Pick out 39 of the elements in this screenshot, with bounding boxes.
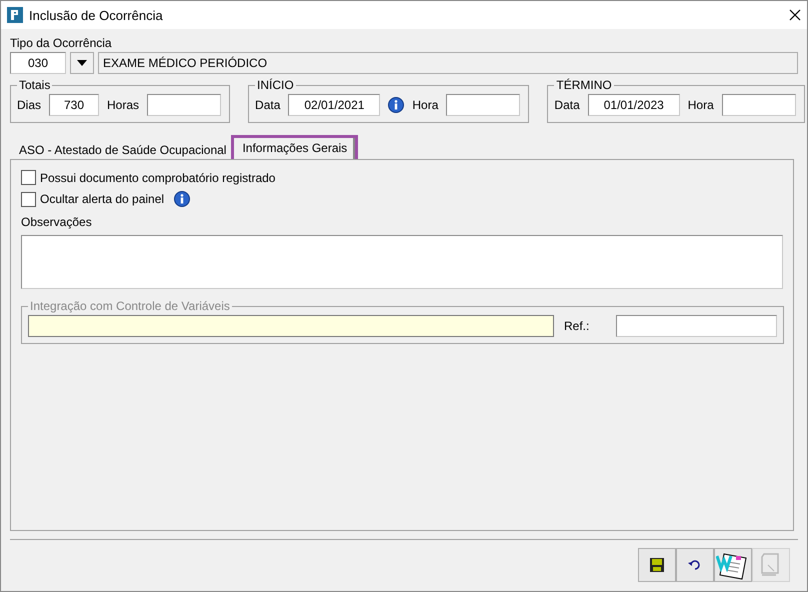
code-field[interactable]: 030 <box>10 52 66 74</box>
window-title: Inclusão de Ocorrência <box>29 8 164 22</box>
checkbox[interactable] <box>21 192 36 206</box>
dropdown-button[interactable] <box>70 52 94 74</box>
field-label: Observações <box>21 215 93 229</box>
info-icon[interactable] <box>174 191 190 207</box>
undo-button[interactable] <box>676 548 714 582</box>
tab[interactable]: Informações Gerais <box>231 135 358 159</box>
save-icon <box>649 557 665 573</box>
checkbox[interactable] <box>21 170 36 185</box>
info-icon[interactable] <box>388 97 404 113</box>
group-title: INÍCIO <box>256 78 295 92</box>
text-field[interactable] <box>446 94 520 116</box>
field-label: Hora <box>688 98 714 112</box>
field-label: Data <box>255 98 280 112</box>
text-field[interactable]: 01/01/2023 <box>588 94 680 116</box>
undo-icon <box>688 560 702 570</box>
field-label: Dias <box>17 98 42 112</box>
text-field[interactable]: 730 <box>49 94 100 116</box>
text-field[interactable]: 02/01/2021 <box>288 94 380 116</box>
field-label: Hora <box>412 98 438 112</box>
group-title: TÉRMINO <box>555 78 613 92</box>
save-button[interactable] <box>638 548 676 582</box>
field-label: Data <box>554 98 580 112</box>
field-label: Ref.: <box>564 319 590 333</box>
description-field: EXAME MÉDICO PERIÓDICO <box>98 52 798 74</box>
field-label: Tipo da Ocorrência <box>10 36 113 50</box>
word-button[interactable] <box>714 548 752 582</box>
app-icon <box>7 7 23 23</box>
text-field[interactable] <box>147 94 222 116</box>
group-title: Integração com Controle de Variáveis <box>29 299 231 313</box>
field-label: Horas <box>107 98 140 112</box>
checkbox-label: Possui documento comprobatório registrado <box>40 170 276 184</box>
checkbox-label: Ocultar alerta do painel <box>40 192 164 206</box>
caret-icon <box>77 60 87 66</box>
close-icon[interactable] <box>789 9 801 21</box>
group-title: Totais <box>18 78 52 92</box>
text-field[interactable] <box>722 94 796 116</box>
notes-field[interactable] <box>21 235 783 289</box>
